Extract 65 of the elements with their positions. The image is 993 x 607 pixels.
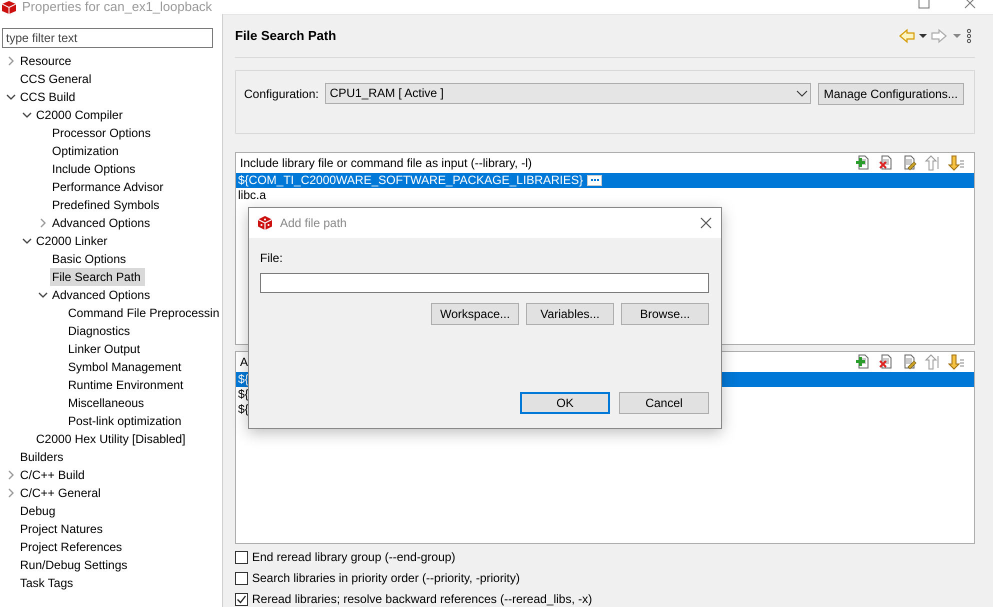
page-title: File Search Path (235, 28, 338, 44)
tree-item[interactable]: Project Natures (18, 520, 107, 538)
checkbox-label: End reread library group (--end-group) (252, 550, 456, 564)
dialog-button[interactable]: Cancel (619, 392, 709, 414)
edit-file-icon[interactable] (902, 354, 918, 370)
tree-item[interactable]: Advanced Options (50, 286, 154, 304)
tree-item[interactable]: Advanced Options (50, 214, 154, 232)
list-item[interactable]: ${ (238, 372, 249, 387)
move-down-icon[interactable] (948, 154, 964, 171)
tree-item[interactable]: C/C++ General (18, 484, 105, 502)
dice-logo-icon (257, 215, 273, 231)
list-item[interactable]: libc.a (238, 188, 266, 203)
move-up-icon[interactable] (925, 354, 941, 370)
ellipsis-icon[interactable] (587, 174, 602, 186)
window-title: Properties for can_ex1_loopback (22, 0, 212, 13)
tree-item[interactable]: Symbol Management (66, 358, 186, 376)
tree-item[interactable]: Debug (18, 502, 60, 520)
tree-item[interactable]: Predefined Symbols (50, 196, 164, 214)
tree-item[interactable]: File Search Path (50, 268, 145, 286)
tree-item[interactable]: Runtime Environment (66, 376, 188, 394)
tree-item[interactable]: Run/Debug Settings (18, 556, 132, 574)
tree-item[interactable]: C2000 Compiler (34, 106, 127, 124)
dialog-button[interactable]: OK (520, 392, 610, 414)
tree-item[interactable]: C2000 Linker (34, 232, 112, 250)
tree-item[interactable]: Resource (18, 52, 76, 70)
list-item[interactable]: ${ (238, 386, 249, 402)
tree-item[interactable]: Post-link optimization (66, 412, 186, 430)
tree-item[interactable]: CCS General (18, 70, 96, 88)
configuration-label: Configuration: (244, 86, 319, 103)
checkbox-label: Search libraries in priority order (--priority, -priority) (252, 571, 520, 585)
dice-logo-icon (2, 1, 16, 14)
tree-item[interactable]: Optimization (50, 142, 123, 160)
checkbox[interactable] (235, 592, 248, 606)
dialog-title: Add file path (280, 216, 348, 230)
tree-item[interactable]: Processor Options (50, 124, 155, 142)
dialog-button[interactable]: Variables... (526, 303, 614, 325)
field-label: File: (260, 251, 284, 265)
checkbox-label: Reread libraries; resolve backward references (--reread_libs, -x) (252, 592, 592, 606)
file-input-field[interactable] (260, 273, 709, 293)
tree-item[interactable]: Basic Options (50, 250, 130, 268)
move-down-icon[interactable] (948, 354, 964, 370)
checkbox[interactable] (235, 550, 248, 564)
list-item[interactable]: ${ (238, 402, 249, 417)
edit-file-icon[interactable] (902, 154, 918, 171)
list-header: Include library file or command file as input (--library, -l) (240, 156, 533, 170)
tree-item[interactable]: Builders (18, 448, 68, 466)
configuration-dropdown[interactable]: CPU1_RAM [ Active ] (324, 82, 811, 104)
tree-item[interactable]: Command File Preprocessin (66, 304, 224, 322)
tree-item[interactable]: Miscellaneous (66, 394, 148, 412)
filter-field[interactable]: type filter text (2, 28, 213, 48)
tree-item[interactable]: C/C++ Build (18, 466, 89, 484)
list-header: A (240, 354, 250, 369)
dialog-button[interactable]: Browse... (621, 303, 709, 325)
tree-item[interactable]: Linker Output (66, 340, 144, 358)
tree-item[interactable]: Diagnostics (66, 322, 134, 340)
tree-item[interactable]: Performance Advisor (50, 178, 168, 196)
tree-item[interactable]: Project References (18, 538, 126, 556)
manage-configurations-button[interactable]: Manage Configurations... (818, 82, 964, 105)
tree-item[interactable]: C2000 Hex Utility [Disabled] (34, 430, 190, 448)
dialog-button[interactable]: Workspace... (431, 303, 519, 325)
move-up-icon[interactable] (925, 154, 941, 171)
tree-item[interactable]: Task Tags (18, 574, 78, 592)
tree-item[interactable]: CCS Build (18, 88, 80, 106)
checkbox[interactable] (235, 572, 248, 584)
tree-item[interactable]: Include Options (50, 160, 140, 178)
